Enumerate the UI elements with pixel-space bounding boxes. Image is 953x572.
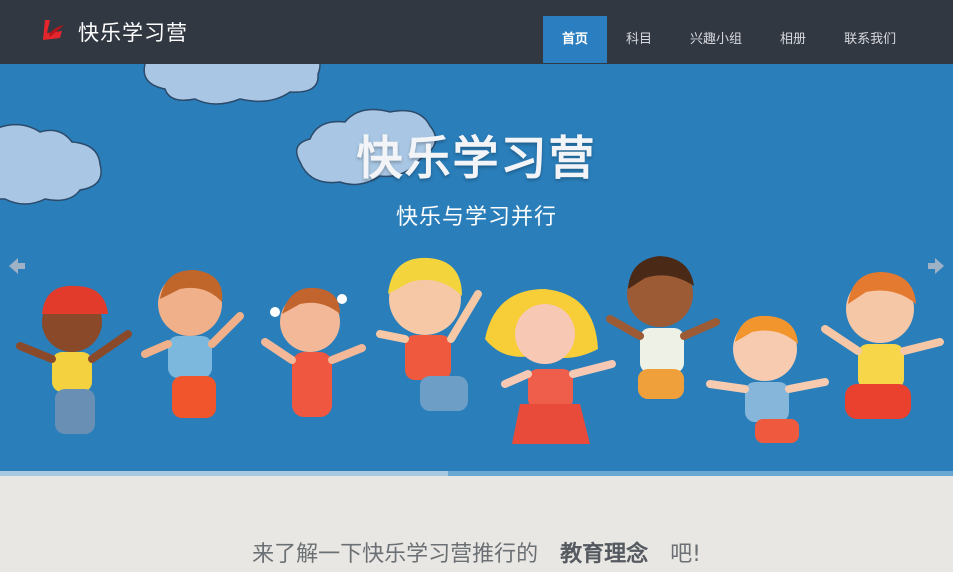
jumping-kids-illustration bbox=[16, 256, 944, 444]
nav-item-album[interactable]: 相册 bbox=[761, 16, 825, 63]
brand-name: 快乐学习营 bbox=[78, 21, 188, 45]
nav-item-home[interactable]: 首页 bbox=[543, 16, 608, 63]
intro-suffix: 吧! bbox=[670, 542, 701, 567]
red-swoosh-logo-icon bbox=[40, 17, 66, 47]
intro-prefix: 来了解一下快乐学习营推行的 bbox=[252, 542, 539, 567]
intro-keyword: 教育理念 bbox=[560, 542, 649, 567]
top-navbar: 快乐学习营 首页 科目 兴趣小组 相册 联系我们 bbox=[0, 0, 953, 64]
nav-item-interest-groups[interactable]: 兴趣小组 bbox=[671, 16, 761, 63]
main-nav: 首页 科目 兴趣小组 相册 联系我们 bbox=[543, 16, 915, 63]
intro-section: 来了解一下快乐学习营推行的 教育理念 吧! bbox=[0, 476, 953, 572]
brand[interactable]: 快乐学习营 bbox=[40, 14, 188, 50]
hero-carousel: 快乐学习营 快乐与学习并行 bbox=[0, 64, 953, 475]
nav-item-subjects[interactable]: 科目 bbox=[607, 16, 671, 63]
intro-heading: 来了解一下快乐学习营推行的 教育理念 吧! bbox=[0, 536, 953, 568]
nav-item-contact[interactable]: 联系我们 bbox=[825, 16, 915, 63]
